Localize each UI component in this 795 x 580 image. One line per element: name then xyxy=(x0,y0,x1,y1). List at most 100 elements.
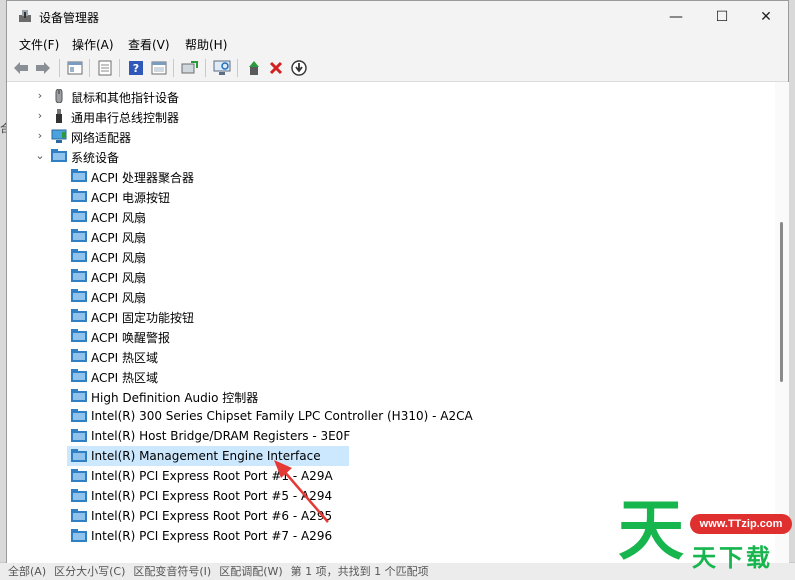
network-adapter-icon xyxy=(51,129,67,143)
toolbar-separator xyxy=(119,59,120,77)
device-label: ACPI 处理器聚合器 xyxy=(91,171,194,185)
device-row[interactable]: ACPI 风扇 xyxy=(7,266,747,286)
device-row[interactable]: High Definition Audio 控制器 xyxy=(7,386,747,406)
system-device-icon xyxy=(71,189,87,203)
properties-icon[interactable] xyxy=(66,59,84,77)
device-row[interactable]: ACPI 风扇 xyxy=(7,246,747,266)
device-row[interactable]: ACPI 风扇 xyxy=(7,206,747,226)
background-text-fragment: 区配变音符号(I) xyxy=(133,565,212,578)
system-device-icon xyxy=(51,149,67,163)
download-icon[interactable] xyxy=(290,59,308,77)
system-device-icon xyxy=(71,509,87,523)
device-row[interactable]: ACPI 热区域 xyxy=(7,346,747,366)
enable-device-icon[interactable] xyxy=(245,59,263,77)
forward-arrow-icon[interactable] xyxy=(34,59,52,77)
title-bar: 设备管理器 — ☐ ✕ xyxy=(7,1,788,32)
menu-view[interactable]: 查看(V) xyxy=(128,36,170,53)
device-label: ACPI 热区域 xyxy=(91,371,158,385)
close-button[interactable]: ✕ xyxy=(743,1,789,32)
category-label: 网络适配器 xyxy=(71,131,132,145)
toolbar-separator xyxy=(205,59,206,77)
device-manager-window: 设备管理器 — ☐ ✕ 文件(F) 操作(A) 查看(V) 帮助(H) ? › … xyxy=(6,0,789,563)
device-label: Intel(R) PCI Express Root Port #7 - A296 xyxy=(91,529,333,543)
background-text-fragment: 第 1 项，共找到 1 个匹配项 xyxy=(290,565,429,578)
category-label: 通用串行总线控制器 xyxy=(71,111,180,125)
device-label: ACPI 电源按钮 xyxy=(91,191,170,205)
device-row[interactable]: Intel(R) 300 Series Chipset Family LPC C… xyxy=(7,406,747,426)
toolbar-separator xyxy=(237,59,238,77)
device-label: Intel(R) Management Engine Interface xyxy=(91,449,321,463)
device-row[interactable]: ACPI 唤醒警报 xyxy=(7,326,747,346)
system-device-icon xyxy=(71,309,87,323)
background-text-fragment: 全部(A) xyxy=(8,565,47,578)
watermark-url: www.TTzip.com xyxy=(690,514,792,534)
system-device-icon xyxy=(71,209,87,223)
device-row[interactable]: Intel(R) Host Bridge/DRAM Registers - 3E… xyxy=(7,426,747,446)
back-arrow-icon[interactable] xyxy=(12,59,30,77)
system-device-icon xyxy=(71,369,87,383)
device-row[interactable]: ACPI 风扇 xyxy=(7,226,747,246)
maximize-button[interactable]: ☐ xyxy=(699,1,745,32)
system-device-icon xyxy=(71,449,87,463)
update-driver-icon[interactable] xyxy=(181,59,199,77)
document-icon[interactable] xyxy=(96,59,114,77)
category-row-network[interactable]: › 网络适配器 xyxy=(7,126,747,146)
vertical-scrollbar[interactable] xyxy=(775,82,789,563)
device-label: Intel(R) PCI Express Root Port #1 - A29A xyxy=(91,469,333,483)
category-row-system-devices[interactable]: ⌄ 系统设备 xyxy=(7,146,747,166)
device-label: ACPI 唤醒警报 xyxy=(91,331,170,345)
device-row[interactable]: ACPI 固定功能按钮 xyxy=(7,306,747,326)
minimize-button[interactable]: — xyxy=(653,1,699,32)
system-device-icon xyxy=(71,529,87,543)
mouse-icon xyxy=(51,88,67,104)
device-label: Intel(R) PCI Express Root Port #6 - A295 xyxy=(91,509,333,523)
system-device-icon xyxy=(71,429,87,443)
menu-action[interactable]: 操作(A) xyxy=(72,36,114,53)
device-row[interactable]: ACPI 风扇 xyxy=(7,286,747,306)
system-device-icon xyxy=(71,289,87,303)
view-icon[interactable] xyxy=(150,59,168,77)
system-device-icon xyxy=(71,469,87,483)
device-label: Intel(R) PCI Express Root Port #5 - A294 xyxy=(91,489,333,503)
system-device-icon xyxy=(71,389,87,403)
device-row[interactable]: ACPI 热区域 xyxy=(7,366,747,386)
category-row-usb[interactable]: › 通用串行总线控制器 xyxy=(7,106,747,126)
uninstall-icon[interactable] xyxy=(267,59,285,77)
device-label: Intel(R) Host Bridge/DRAM Registers - 3E… xyxy=(91,429,351,443)
system-device-icon xyxy=(71,269,87,283)
watermark-big-char: 天 xyxy=(618,492,684,569)
system-device-icon xyxy=(71,169,87,183)
scan-hardware-icon[interactable] xyxy=(213,59,231,77)
background-text-fragment: 区分大小写(C) xyxy=(54,565,126,578)
device-label: ACPI 固定功能按钮 xyxy=(91,311,194,325)
device-label: ACPI 风扇 xyxy=(91,271,146,285)
chevron-down-icon[interactable]: ⌄ xyxy=(34,150,46,162)
device-row[interactable]: ACPI 处理器聚合器 xyxy=(7,166,747,186)
scrollbar-thumb[interactable] xyxy=(780,222,783,382)
watermark-sub: 天下载 xyxy=(692,544,773,572)
system-device-icon xyxy=(71,329,87,343)
chevron-right-icon[interactable]: › xyxy=(34,90,46,102)
toolbar-separator xyxy=(89,59,90,77)
usb-icon xyxy=(51,109,67,123)
device-row[interactable]: ACPI 电源按钮 xyxy=(7,186,747,206)
system-device-icon xyxy=(71,349,87,363)
menu-file[interactable]: 文件(F) xyxy=(19,36,59,53)
category-label: 鼠标和其他指针设备 xyxy=(71,91,180,105)
system-device-icon xyxy=(71,249,87,263)
device-label: High Definition Audio 控制器 xyxy=(91,391,259,405)
device-label: ACPI 风扇 xyxy=(91,291,146,305)
device-label: ACPI 热区域 xyxy=(91,351,158,365)
device-row[interactable]: Intel(R) PCI Express Root Port #1 - A29A xyxy=(7,466,747,486)
device-row[interactable]: Intel(R) Management Engine Interface xyxy=(7,446,747,466)
background-text-fragment: 区配调配(W) xyxy=(219,565,283,578)
watermark-logo: 天 www.TTzip.com 天下载 xyxy=(618,496,793,576)
category-row-mice[interactable]: › 鼠标和其他指针设备 xyxy=(7,86,747,106)
chevron-right-icon[interactable]: › xyxy=(34,130,46,142)
window-title: 设备管理器 xyxy=(39,11,100,25)
menu-help[interactable]: 帮助(H) xyxy=(185,36,227,53)
toolbar-separator xyxy=(173,59,174,77)
help-icon[interactable]: ? xyxy=(127,59,145,77)
device-tree: › 鼠标和其他指针设备 › 通用串行总线控制器 › 网络适配器 ⌄ 系统设备 A… xyxy=(7,82,775,563)
chevron-right-icon[interactable]: › xyxy=(34,110,46,122)
